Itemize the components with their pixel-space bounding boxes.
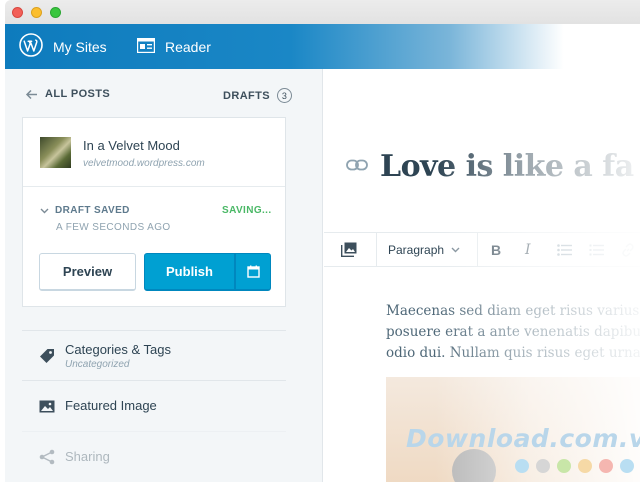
schedule-button[interactable] (235, 253, 271, 291)
watermark-dot (599, 459, 613, 473)
site-url: velvetmood.wordpress.com (83, 158, 205, 169)
permalink-icon[interactable] (346, 158, 368, 176)
draft-saved-label: DRAFT SAVED (55, 205, 130, 216)
content-line: Maecenas sed diam eget risus varius (386, 303, 640, 319)
saving-status: SAVING... (222, 205, 272, 216)
bullet-list-button[interactable] (557, 233, 572, 266)
content-line: posuere erat a ante venenatis dapibus (386, 324, 640, 340)
drafts-count-badge: 3 (277, 88, 293, 103)
wordpress-logo-icon (19, 33, 43, 60)
categories-tags-label: Categories & Tags (65, 341, 171, 357)
masterbar: My Sites Reader (5, 24, 640, 69)
my-sites-label: My Sites (53, 38, 107, 55)
watermark-dots (515, 459, 640, 473)
minimize-window-button[interactable] (31, 7, 42, 18)
draft-saved-toggle[interactable]: DRAFT SAVED (40, 205, 130, 216)
add-media-icon (341, 242, 357, 257)
paragraph-select[interactable]: Paragraph (388, 233, 460, 266)
watermark-text: Download.com.vn (406, 424, 640, 453)
site-name: In a Velvet Mood (83, 138, 180, 153)
my-sites-button[interactable]: My Sites (19, 24, 107, 69)
drafts-link[interactable]: DRAFTS 3 (223, 88, 293, 103)
link-icon (622, 242, 634, 257)
site-thumbnail (40, 137, 71, 168)
app-window: My Sites Reader ALL POSTS DRAFTS 3 In a … (5, 0, 640, 482)
share-icon (39, 432, 55, 482)
title-row: Love is like a fa (346, 149, 634, 184)
categories-tags-section[interactable]: Categories & Tags Uncategorized (22, 330, 286, 380)
publish-button[interactable]: Publish (144, 253, 235, 291)
image-icon (39, 381, 55, 431)
post-status-card: In a Velvet Mood velvetmood.wordpress.co… (22, 117, 286, 307)
numbered-list-button[interactable] (589, 233, 604, 266)
calendar-icon (246, 265, 260, 278)
arrow-left-icon (25, 89, 37, 99)
close-window-button[interactable] (12, 7, 23, 18)
zoom-window-button[interactable] (50, 7, 61, 18)
all-posts-label: ALL POSTS (45, 88, 111, 100)
reader-button[interactable]: Reader (136, 24, 211, 69)
bold-button[interactable]: B (491, 233, 501, 266)
preview-button[interactable]: Preview (39, 253, 136, 291)
chevron-down-icon (40, 208, 49, 213)
image-figure (452, 449, 496, 482)
window-titlebar (5, 0, 640, 24)
all-posts-link[interactable]: ALL POSTS (25, 88, 110, 100)
watermark-dot (515, 459, 529, 473)
reader-label: Reader (165, 38, 211, 55)
drafts-label: DRAFTS (223, 89, 271, 102)
italic-icon: I (525, 241, 531, 258)
categories-tags-value: Uncategorized (65, 358, 130, 370)
chevron-down-icon (451, 247, 460, 252)
italic-button[interactable]: I (525, 233, 531, 266)
editor-sidebar: ALL POSTS DRAFTS 3 In a Velvet Mood velv… (5, 69, 323, 482)
divider (23, 186, 285, 187)
post-content[interactable]: Maecenas sed diam eget risus varius posu… (386, 301, 640, 364)
bullet-list-icon (557, 243, 572, 256)
reader-icon (136, 37, 156, 56)
watermark-dot (620, 459, 634, 473)
formatting-toolbar: Paragraph B I (324, 232, 640, 267)
featured-image-label: Featured Image (65, 398, 157, 413)
content-line: odio dui. Nullam quis risus eget urna (386, 345, 640, 361)
paragraph-label: Paragraph (388, 242, 445, 257)
post-title-input[interactable]: Love is like a fa (380, 149, 634, 184)
bold-icon: B (491, 241, 502, 258)
link-button[interactable] (621, 233, 635, 266)
watermark-dot (557, 459, 571, 473)
site-info[interactable]: In a Velvet Mood velvetmood.wordpress.co… (40, 137, 205, 169)
sharing-label: Sharing (65, 449, 110, 464)
tag-icon (39, 331, 55, 381)
add-media-button[interactable] (341, 233, 357, 266)
post-editor: Love is like a fa Paragraph B I Maecenas… (324, 69, 640, 482)
watermark-dot (578, 459, 592, 473)
numbered-list-icon (589, 244, 604, 255)
featured-image-section[interactable]: Featured Image (22, 380, 286, 430)
sharing-section[interactable]: Sharing (22, 431, 286, 481)
watermark-dot (536, 459, 550, 473)
saved-time: A FEW SECONDS AGO (56, 222, 171, 233)
